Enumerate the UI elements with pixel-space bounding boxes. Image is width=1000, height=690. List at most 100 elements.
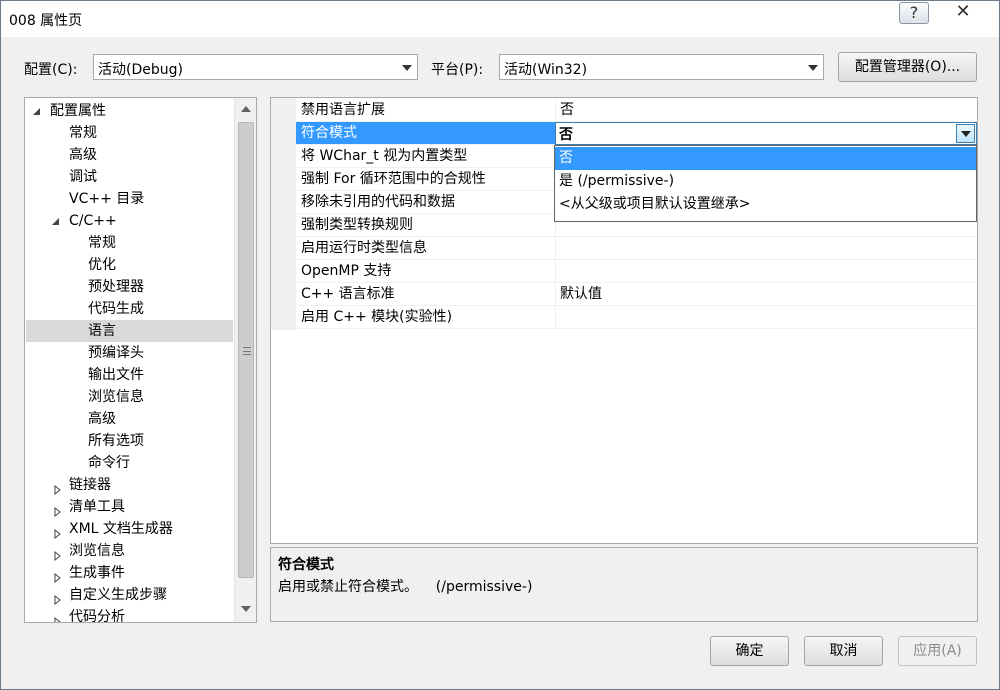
property-name: 符合模式 [296,122,555,144]
scroll-thumb[interactable] [238,122,254,578]
tree-item-label: 输出文件 [88,367,144,383]
property-row[interactable]: 启用运行时类型信息 [271,237,977,260]
dropdown-arrow-icon[interactable] [956,124,975,143]
dropdown-option[interactable]: <从父级或项目默认设置继承> [555,193,976,216]
tree-item[interactable]: 链接器 [26,474,233,496]
tree-item-label: 常规 [69,125,97,141]
property-row[interactable]: 禁用语言扩展 否 [271,99,977,122]
tree-item[interactable]: 调试 [26,166,233,188]
tree-item-label: C/C++ [69,213,117,229]
conformance-mode-editor[interactable]: 否 [555,122,977,145]
close-button[interactable]: ✕ [939,2,987,24]
tree-item[interactable]: 自定义生成步骤 [26,584,233,606]
property-name: 移除未引用的代码和数据 [301,194,455,210]
tree-item[interactable]: 命令行 [26,452,233,474]
tree-item[interactable]: 所有选项 [26,430,233,452]
platform-value: 活动(Win32) [504,62,588,78]
tree-item-label: 代码生成 [88,301,144,317]
tree-item[interactable]: 配置属性 [26,100,233,122]
collapsed-triangle-icon[interactable] [54,612,61,622]
collapsed-triangle-icon[interactable] [54,568,61,584]
collapsed-triangle-icon[interactable] [54,546,61,562]
tree-item-label: 链接器 [69,477,111,493]
tree-item[interactable]: 清单工具 [26,496,233,518]
collapsed-triangle-icon[interactable] [54,524,61,540]
tree-item-label: 代码分析 [69,609,125,623]
config-value: 活动(Debug) [98,62,183,78]
tree-item[interactable]: 语言 [26,320,233,342]
dropdown-option[interactable]: 是 (/permissive-) [555,170,976,193]
tree-item[interactable]: 代码生成 [26,298,233,320]
tree-item-label: 优化 [88,257,116,273]
tree-item-label: 自定义生成步骤 [69,587,167,603]
configuration-manager-button[interactable]: 配置管理器(O)... [838,52,977,82]
apply-button[interactable]: 应用(A) [898,636,977,666]
property-value[interactable] [555,306,977,328]
cancel-button[interactable]: 取消 [804,636,883,666]
tree-item[interactable]: 常规 [26,232,233,254]
expanded-triangle-icon[interactable] [33,108,40,115]
tree-item[interactable]: 输出文件 [26,364,233,386]
tree-item[interactable]: 浏览信息 [26,540,233,562]
tree-item-label: 常规 [88,235,116,251]
description-text: 启用或禁止符合模式。 (/permissive-) [278,579,533,595]
property-value[interactable] [555,237,977,259]
tree-item[interactable]: 代码分析 [26,606,233,623]
tree-item-label: 高级 [88,411,116,427]
tree-item[interactable]: VC++ 目录 [26,188,233,210]
description-panel: 符合模式 启用或禁止符合模式。 (/permissive-) [270,547,978,622]
tree-item[interactable]: 生成事件 [26,562,233,584]
tree-item-label: 所有选项 [88,433,144,449]
collapsed-triangle-icon[interactable] [54,502,61,518]
platform-label: 平台(P): [431,62,484,78]
collapsed-triangle-icon[interactable] [54,480,61,496]
property-name: C++ 语言标准 [301,286,395,302]
property-name: OpenMP 支持 [301,263,392,279]
property-name: 启用运行时类型信息 [301,240,427,256]
tree-item[interactable]: 常规 [26,122,233,144]
chevron-down-icon [402,65,412,71]
platform-combo[interactable]: 活动(Win32) [499,54,824,80]
property-name: 将 WChar_t 视为内置类型 [301,148,468,164]
tree-item-label: 高级 [69,147,97,163]
chevron-down-icon [808,65,818,71]
scroll-down-icon[interactable] [241,606,251,612]
tree-item-label: 生成事件 [69,565,125,581]
tree-item-label: 预处理器 [88,279,144,295]
property-value[interactable] [555,260,977,282]
tree-item[interactable]: 预编译头 [26,342,233,364]
collapsed-triangle-icon[interactable] [54,590,61,606]
property-row[interactable]: 启用 C++ 模块(实验性) [271,306,977,329]
tree-item[interactable]: 浏览信息 [26,386,233,408]
tree-item[interactable]: XML 文档生成器 [26,518,233,540]
property-name: 禁用语言扩展 [301,102,385,118]
tree-item-label: VC++ 目录 [69,191,145,207]
help-button[interactable]: ? [899,2,929,24]
config-label: 配置(C): [24,62,78,78]
scroll-up-icon[interactable] [241,106,251,112]
property-name: 启用 C++ 模块(实验性) [301,309,453,325]
ok-button[interactable]: 确定 [710,636,789,666]
tree-item-label: 浏览信息 [69,543,125,559]
tree-item-label: 清单工具 [69,499,125,515]
property-row[interactable]: OpenMP 支持 [271,260,977,283]
tree-scrollbar[interactable] [234,98,256,622]
tree-item-label: 浏览信息 [88,389,144,405]
description-title: 符合模式 [278,557,334,573]
expanded-triangle-icon[interactable] [52,218,59,225]
property-value[interactable]: 默认值 [555,283,977,305]
tree-item[interactable]: 预处理器 [26,276,233,298]
dropdown-option[interactable]: 否 [555,147,976,170]
property-value[interactable]: 否 [555,99,977,121]
tree-item-label: 命令行 [88,455,130,471]
tree-item[interactable]: 优化 [26,254,233,276]
tree-item[interactable]: 高级 [26,144,233,166]
category-tree: 配置属性 常规 高级 调试 VC++ 目录 C/C++ 常规 优化 预处理器 代码生成 语言 预编译头… [24,97,257,623]
title-bar: 008 属性页 ? ✕ [1,1,999,37]
property-row[interactable]: C++ 语言标准 默认值 [271,283,977,306]
tree-item[interactable]: 高级 [26,408,233,430]
tree-item[interactable]: C/C++ [26,210,233,232]
config-combo[interactable]: 活动(Debug) [93,54,418,80]
conformance-mode-value: 否 [559,127,573,143]
property-name: 强制类型转换规则 [301,217,413,233]
